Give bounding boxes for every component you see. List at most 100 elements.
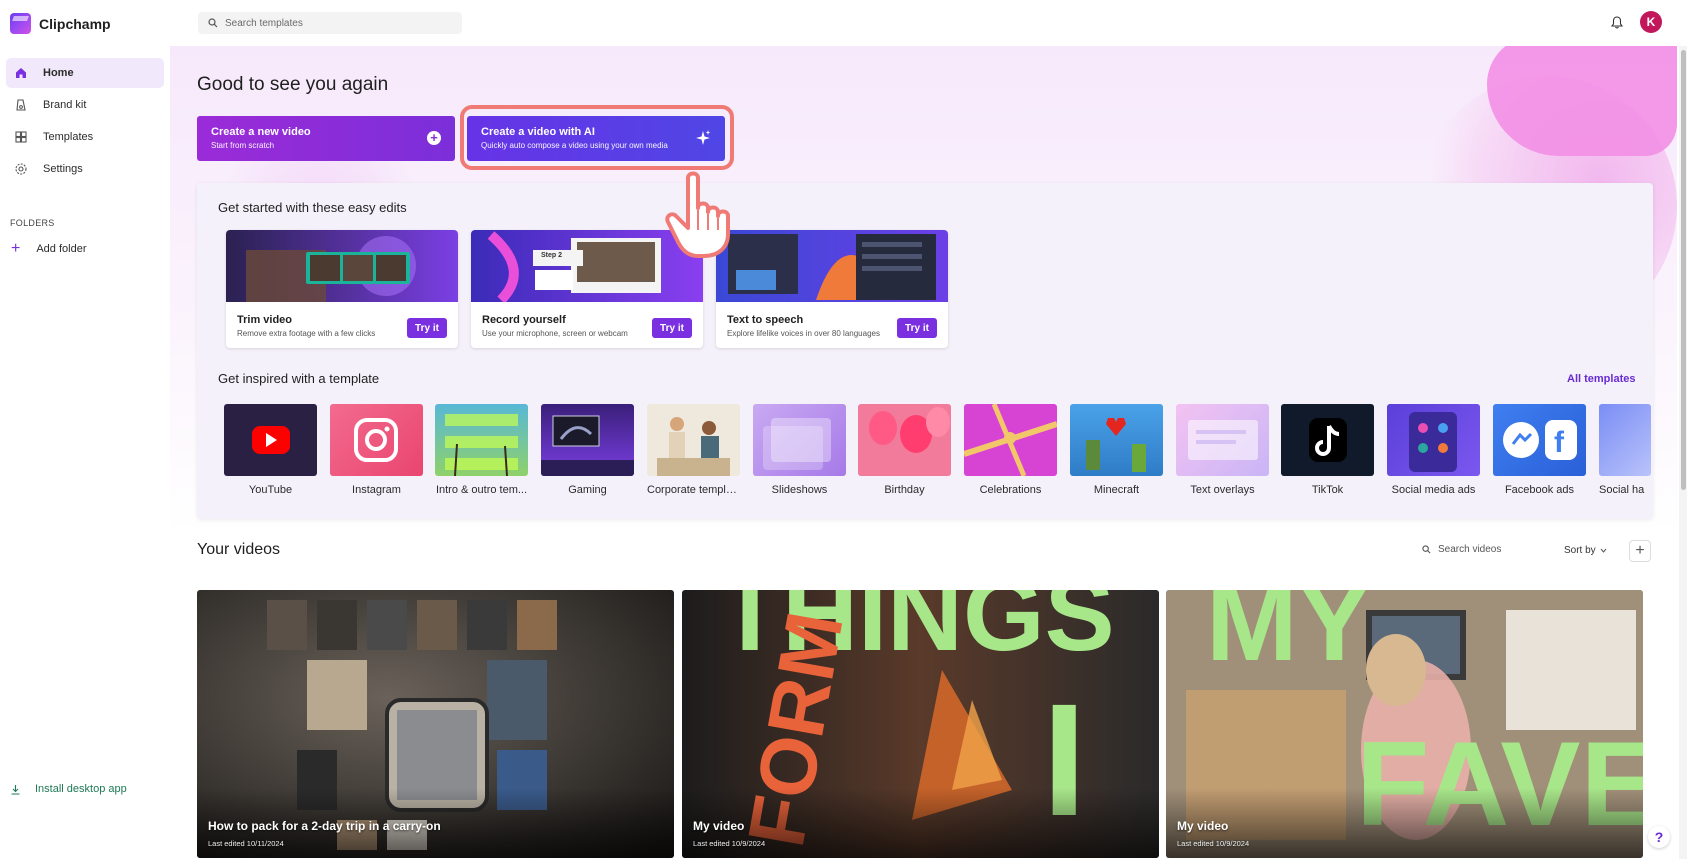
corporate-thumbnail (647, 404, 740, 476)
sort-by-dropdown[interactable]: Sort by (1564, 545, 1607, 556)
sort-by-label: Sort by (1564, 545, 1596, 556)
instagram-logo-icon (354, 418, 398, 462)
install-desktop-app-link[interactable]: Install desktop app (10, 783, 127, 795)
sidebar-item-templates[interactable]: Templates (6, 122, 164, 152)
search-icon (208, 18, 218, 28)
template-corporate[interactable]: Corporate templa... (647, 404, 740, 496)
try-it-button[interactable]: Try it (407, 318, 447, 338)
search-input[interactable] (225, 17, 445, 29)
videos-search[interactable] (1422, 544, 1538, 555)
download-icon (11, 784, 20, 795)
create-ai-subtitle: Quickly auto compose a video using your … (481, 141, 668, 150)
video-last-edited: Last edited 10/9/2024 (1177, 839, 1250, 848)
template-social-handles[interactable]: Social ha (1599, 404, 1651, 496)
search-bar[interactable] (198, 12, 462, 34)
templates-icon (13, 129, 29, 145)
video-card[interactable]: THINGS FORM I My video Last edited 10/9/… (682, 590, 1159, 858)
app-logo[interactable]: Clipchamp (10, 13, 111, 34)
brand-kit-icon (13, 97, 29, 113)
sidebar-item-settings[interactable]: Settings (6, 154, 164, 184)
template-label: Facebook ads (1504, 484, 1575, 496)
template-social-media-ads[interactable]: Social media ads (1387, 404, 1480, 496)
template-gaming[interactable]: Gaming (541, 404, 634, 496)
slideshows-thumbnail (753, 404, 846, 476)
template-slideshows[interactable]: Slideshows (753, 404, 846, 496)
office-people-icon (657, 417, 730, 476)
template-youtube[interactable]: YouTube (224, 404, 317, 496)
slides-icon (763, 418, 831, 470)
tiktok-thumbnail (1281, 404, 1374, 476)
minecraft-heart-icon (1086, 418, 1146, 472)
template-label: Celebrations (979, 484, 1042, 496)
your-videos-heading: Your videos (197, 541, 281, 558)
template-label: YouTube (248, 484, 293, 496)
video-card[interactable]: MY FAVE My video Last edited 10/9/2024 (1166, 590, 1643, 858)
try-it-button[interactable]: Try it (652, 318, 692, 338)
all-templates-link[interactable]: All templates (1567, 373, 1635, 385)
template-birthday[interactable]: Birthday (858, 404, 951, 496)
page-title: Good to see you again (197, 74, 389, 95)
clipchamp-logo-icon (10, 13, 31, 34)
help-button[interactable]: ? (1648, 826, 1670, 848)
plus-icon: + (11, 240, 21, 257)
sidebar-item-label: Home (43, 67, 74, 79)
text-lines-icon (1188, 420, 1258, 460)
pointer-hand-icon (665, 171, 730, 258)
text-to-speech-thumbnail (716, 230, 948, 302)
create-new-video-title: Create a new video (211, 126, 311, 138)
sidebar-item-label: Brand kit (43, 99, 87, 111)
add-folder-button[interactable]: + Add folder (6, 236, 87, 262)
videos-search-input[interactable] (1438, 544, 1538, 555)
template-label: Birthday (884, 484, 925, 496)
template-label: TikTok (1311, 484, 1344, 496)
scrollbar-thumb[interactable] (1681, 50, 1686, 490)
template-facebook-ads[interactable]: f Facebook ads (1493, 404, 1586, 496)
try-it-button[interactable]: Try it (897, 318, 937, 338)
decorative-blob (1487, 46, 1677, 156)
step-badge: Step 2 (541, 252, 563, 259)
install-label: Install desktop app (35, 783, 127, 795)
top-bar: Clipchamp K (0, 0, 1687, 46)
celebrations-thumbnail (964, 404, 1057, 476)
gear-icon (13, 161, 29, 177)
template-text-overlays[interactable]: Text overlays (1176, 404, 1269, 496)
youtube-logo-icon (252, 426, 290, 454)
add-video-button[interactable]: + (1629, 540, 1651, 562)
template-label: Gaming (568, 484, 607, 496)
edit-card-title: Text to speech (727, 314, 804, 326)
text-overlays-thumbnail (1176, 404, 1269, 476)
sidebar: Home Brand kit Templates Settings FOLDER… (0, 46, 170, 859)
instagram-thumbnail (330, 404, 423, 476)
template-instagram[interactable]: Instagram (330, 404, 423, 496)
plus-icon: + (427, 131, 441, 145)
app-name: Clipchamp (39, 15, 111, 32)
video-title: My video (693, 819, 745, 833)
folders-heading: FOLDERS (10, 218, 55, 228)
template-intro-outro[interactable]: Intro & outro tem... (435, 404, 528, 496)
create-new-video-button[interactable]: Create a new video Start from scratch + (197, 116, 455, 161)
phone-apps-icon (1409, 412, 1457, 472)
edit-card-title: Trim video (237, 314, 293, 326)
overlay-text: MY (1206, 590, 1371, 684)
sidebar-item-brand-kit[interactable]: Brand kit (6, 90, 164, 120)
palm-trees-icon (445, 414, 518, 476)
home-icon (13, 65, 29, 81)
gaming-thumbnail (541, 404, 634, 476)
sidebar-item-home[interactable]: Home (6, 58, 164, 88)
user-avatar[interactable]: K (1640, 11, 1662, 33)
template-tiktok[interactable]: TikTok (1281, 404, 1374, 496)
template-minecraft[interactable]: Minecraft (1070, 404, 1163, 496)
sparkle-icon (696, 130, 711, 145)
edit-card-title: Record yourself (482, 314, 566, 326)
template-celebrations[interactable]: Celebrations (964, 404, 1057, 496)
video-last-edited: Last edited 10/11/2024 (208, 839, 284, 848)
minecraft-thumbnail (1070, 404, 1163, 476)
add-folder-label: Add folder (36, 243, 87, 255)
video-card[interactable]: How to pack for a 2-day trip in a carry-… (197, 590, 674, 858)
notifications-bell-icon[interactable] (1608, 13, 1626, 31)
edit-card-trim-video[interactable]: Trim video Remove extra footage with a f… (226, 230, 458, 348)
create-ai-title: Create a video with AI (481, 126, 595, 138)
create-video-with-ai-button[interactable]: Create a video with AI Quickly auto comp… (467, 116, 725, 161)
edit-card-text-to-speech[interactable]: Text to speech Explore lifelike voices i… (716, 230, 948, 348)
social-media-ads-thumbnail (1387, 404, 1480, 476)
